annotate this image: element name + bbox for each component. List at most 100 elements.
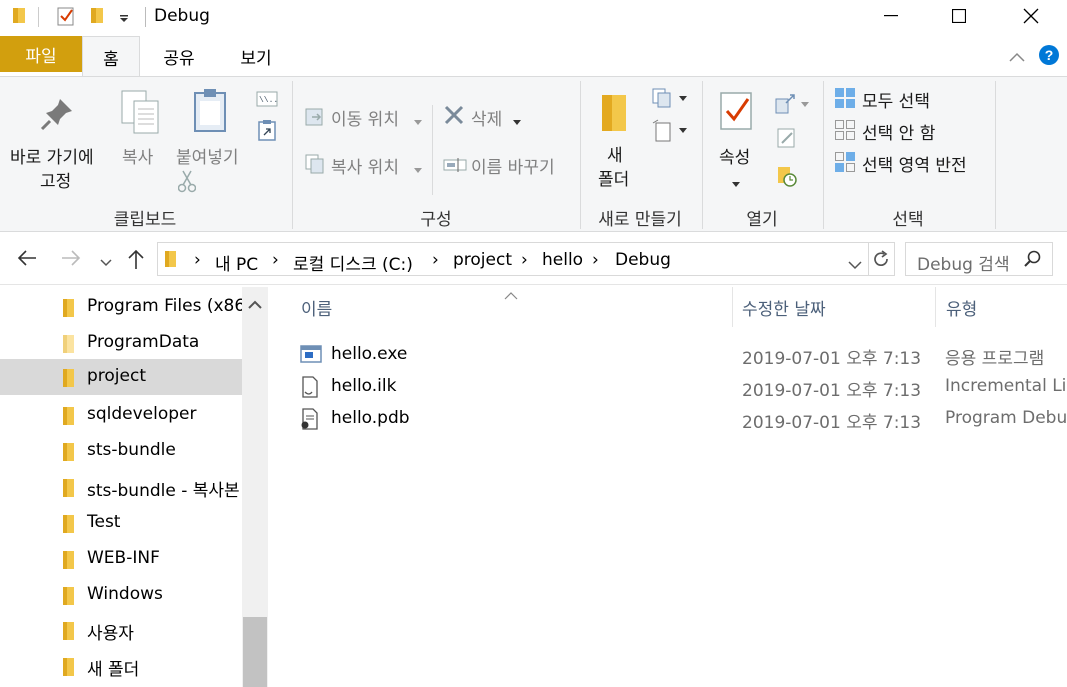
select-all-label[interactable]: 모두 선택 <box>862 87 930 112</box>
new-folder-label-2[interactable]: 폴더 <box>598 165 629 190</box>
breadcrumb-hello[interactable]: hello <box>542 250 583 270</box>
pin-label[interactable]: 바로 가기에 <box>10 143 94 168</box>
copy-icon[interactable] <box>120 89 162 139</box>
properties-dropdown-icon[interactable] <box>732 173 740 192</box>
copy-to-dropdown-icon[interactable] <box>414 159 422 178</box>
history-icon[interactable] <box>776 165 798 191</box>
column-header-name[interactable]: 이름 <box>301 295 332 320</box>
maximize-button[interactable] <box>936 0 982 32</box>
search-box[interactable]: Debug 검색 <box>905 242 1053 276</box>
nav-item[interactable]: sqldeveloper <box>0 397 242 433</box>
nav-item[interactable]: sts-bundle - 복사본 <box>0 469 242 505</box>
copy-path-icon[interactable]: \\.. <box>256 91 278 111</box>
nav-scrollbar-thumb[interactable] <box>243 617 267 687</box>
nav-item-label[interactable]: sts-bundle <box>87 440 176 460</box>
help-icon[interactable]: ? <box>1038 44 1060 70</box>
move-to-dropdown-icon[interactable] <box>414 111 422 130</box>
tab-view[interactable]: 보기 <box>226 36 286 76</box>
scroll-up-icon[interactable] <box>248 295 262 314</box>
close-button[interactable] <box>1008 0 1054 32</box>
paste-label[interactable]: 붙여넣기 <box>176 143 239 168</box>
breadcrumb-local-disk[interactable]: 로컬 디스크 (C:) <box>293 250 413 275</box>
cut-icon[interactable] <box>177 169 197 197</box>
table-row[interactable]: hello.pdb 2019-07-01 오후 7:13 Program Deb… <box>270 403 1067 435</box>
search-placeholder[interactable]: Debug 검색 <box>917 250 1010 275</box>
breadcrumb-separator[interactable]: › <box>272 250 279 270</box>
nav-item[interactable]: 사용자 <box>0 612 242 648</box>
breadcrumb-separator[interactable]: › <box>521 250 528 270</box>
copy-label[interactable]: 복사 <box>122 143 153 168</box>
address-bar[interactable]: › 내 PC › 로컬 디스크 (C:) › project › hello ›… <box>157 242 895 276</box>
edit-icon[interactable] <box>776 127 798 153</box>
new-item-icon[interactable] <box>652 87 688 113</box>
nav-item-label[interactable]: sqldeveloper <box>87 404 197 424</box>
pin-icon[interactable] <box>40 95 76 135</box>
refresh-icon[interactable] <box>872 250 890 272</box>
easy-access-icon[interactable] <box>652 119 688 147</box>
copy-to-label[interactable]: 복사 위치 <box>331 153 399 178</box>
select-none-label[interactable]: 선택 안 함 <box>862 119 935 144</box>
recent-locations-icon[interactable] <box>100 253 112 272</box>
paste-icon[interactable] <box>193 87 229 139</box>
delete-label[interactable]: 삭제 <box>471 105 502 130</box>
breadcrumb-separator[interactable]: › <box>592 250 599 270</box>
forward-arrow-icon[interactable] <box>60 249 82 271</box>
nav-item-label[interactable]: project <box>87 366 146 386</box>
nav-item-label[interactable]: 사용자 <box>87 619 134 644</box>
new-folder-quick-icon[interactable] <box>90 5 106 29</box>
breadcrumb-separator[interactable]: › <box>194 250 201 270</box>
file-name[interactable]: hello.exe <box>331 344 407 364</box>
invert-selection-icon[interactable] <box>834 151 856 177</box>
breadcrumb-this-pc[interactable]: 내 PC <box>215 250 258 275</box>
nav-item[interactable]: 새 폴더 <box>0 648 242 684</box>
nav-item-label[interactable]: WEB-INF <box>87 548 160 568</box>
quick-access-dropdown-icon[interactable] <box>118 10 130 29</box>
pin-label-2[interactable]: 고정 <box>40 167 71 192</box>
move-to-icon[interactable] <box>304 105 326 131</box>
tab-file[interactable]: 파일 <box>0 36 82 72</box>
up-arrow-icon[interactable] <box>127 248 145 274</box>
collapse-ribbon-icon[interactable] <box>1008 48 1026 67</box>
nav-item[interactable]: sts-bundle <box>0 433 242 469</box>
new-folder-icon[interactable] <box>600 91 630 139</box>
open-icon[interactable] <box>774 93 810 119</box>
properties-quick-icon[interactable] <box>56 5 76 31</box>
file-name[interactable]: hello.ilk <box>331 376 396 396</box>
breadcrumb-debug[interactable]: Debug <box>615 250 671 270</box>
back-arrow-icon[interactable] <box>16 249 38 271</box>
delete-icon[interactable] <box>444 105 464 129</box>
nav-item[interactable]: WEB-INF <box>0 541 242 577</box>
nav-item[interactable]: Program Files (x86) <box>0 289 252 325</box>
tab-share[interactable]: 공유 <box>150 36 208 76</box>
address-dropdown-icon[interactable] <box>848 255 862 274</box>
nav-item[interactable]: Windows <box>0 577 242 613</box>
rename-label[interactable]: 이름 바꾸기 <box>471 153 555 178</box>
breadcrumb-separator[interactable]: › <box>432 250 439 270</box>
nav-item-label[interactable]: 새 폴더 <box>87 655 139 680</box>
nav-item[interactable]: Test <box>0 505 242 541</box>
tab-home[interactable]: 홈 <box>82 36 140 77</box>
nav-item-label[interactable]: Windows <box>87 584 163 604</box>
file-name[interactable]: hello.pdb <box>331 408 410 428</box>
properties-icon[interactable] <box>719 89 755 137</box>
table-row[interactable]: hello.exe 2019-07-01 오후 7:13 응용 프로그램 <box>270 339 1067 371</box>
column-header-type[interactable]: 유형 <box>946 295 977 320</box>
breadcrumb-project[interactable]: project <box>453 250 512 270</box>
nav-item-selected[interactable]: project <box>0 359 242 395</box>
column-header-date[interactable]: 수정한 날짜 <box>742 295 826 320</box>
move-to-label[interactable]: 이동 위치 <box>331 105 399 130</box>
select-none-icon[interactable] <box>834 119 856 145</box>
invert-selection-label[interactable]: 선택 영역 반전 <box>862 151 967 176</box>
new-folder-label[interactable]: 새 <box>607 141 623 166</box>
nav-item[interactable]: ProgramData <box>0 325 242 361</box>
nav-item-label[interactable]: ProgramData <box>87 332 199 352</box>
nav-item-label[interactable]: sts-bundle - 복사본 <box>87 476 240 501</box>
paste-shortcut-icon[interactable] <box>258 119 276 145</box>
delete-dropdown-icon[interactable] <box>513 111 521 130</box>
nav-item-label[interactable]: Test <box>87 512 120 532</box>
table-row[interactable]: hello.ilk 2019-07-01 오후 7:13 Incremental… <box>270 371 1067 403</box>
copy-to-icon[interactable] <box>304 153 326 179</box>
minimize-button[interactable] <box>868 0 914 32</box>
properties-label[interactable]: 속성 <box>719 143 750 168</box>
nav-item-label[interactable]: Program Files (x86) <box>87 296 252 316</box>
